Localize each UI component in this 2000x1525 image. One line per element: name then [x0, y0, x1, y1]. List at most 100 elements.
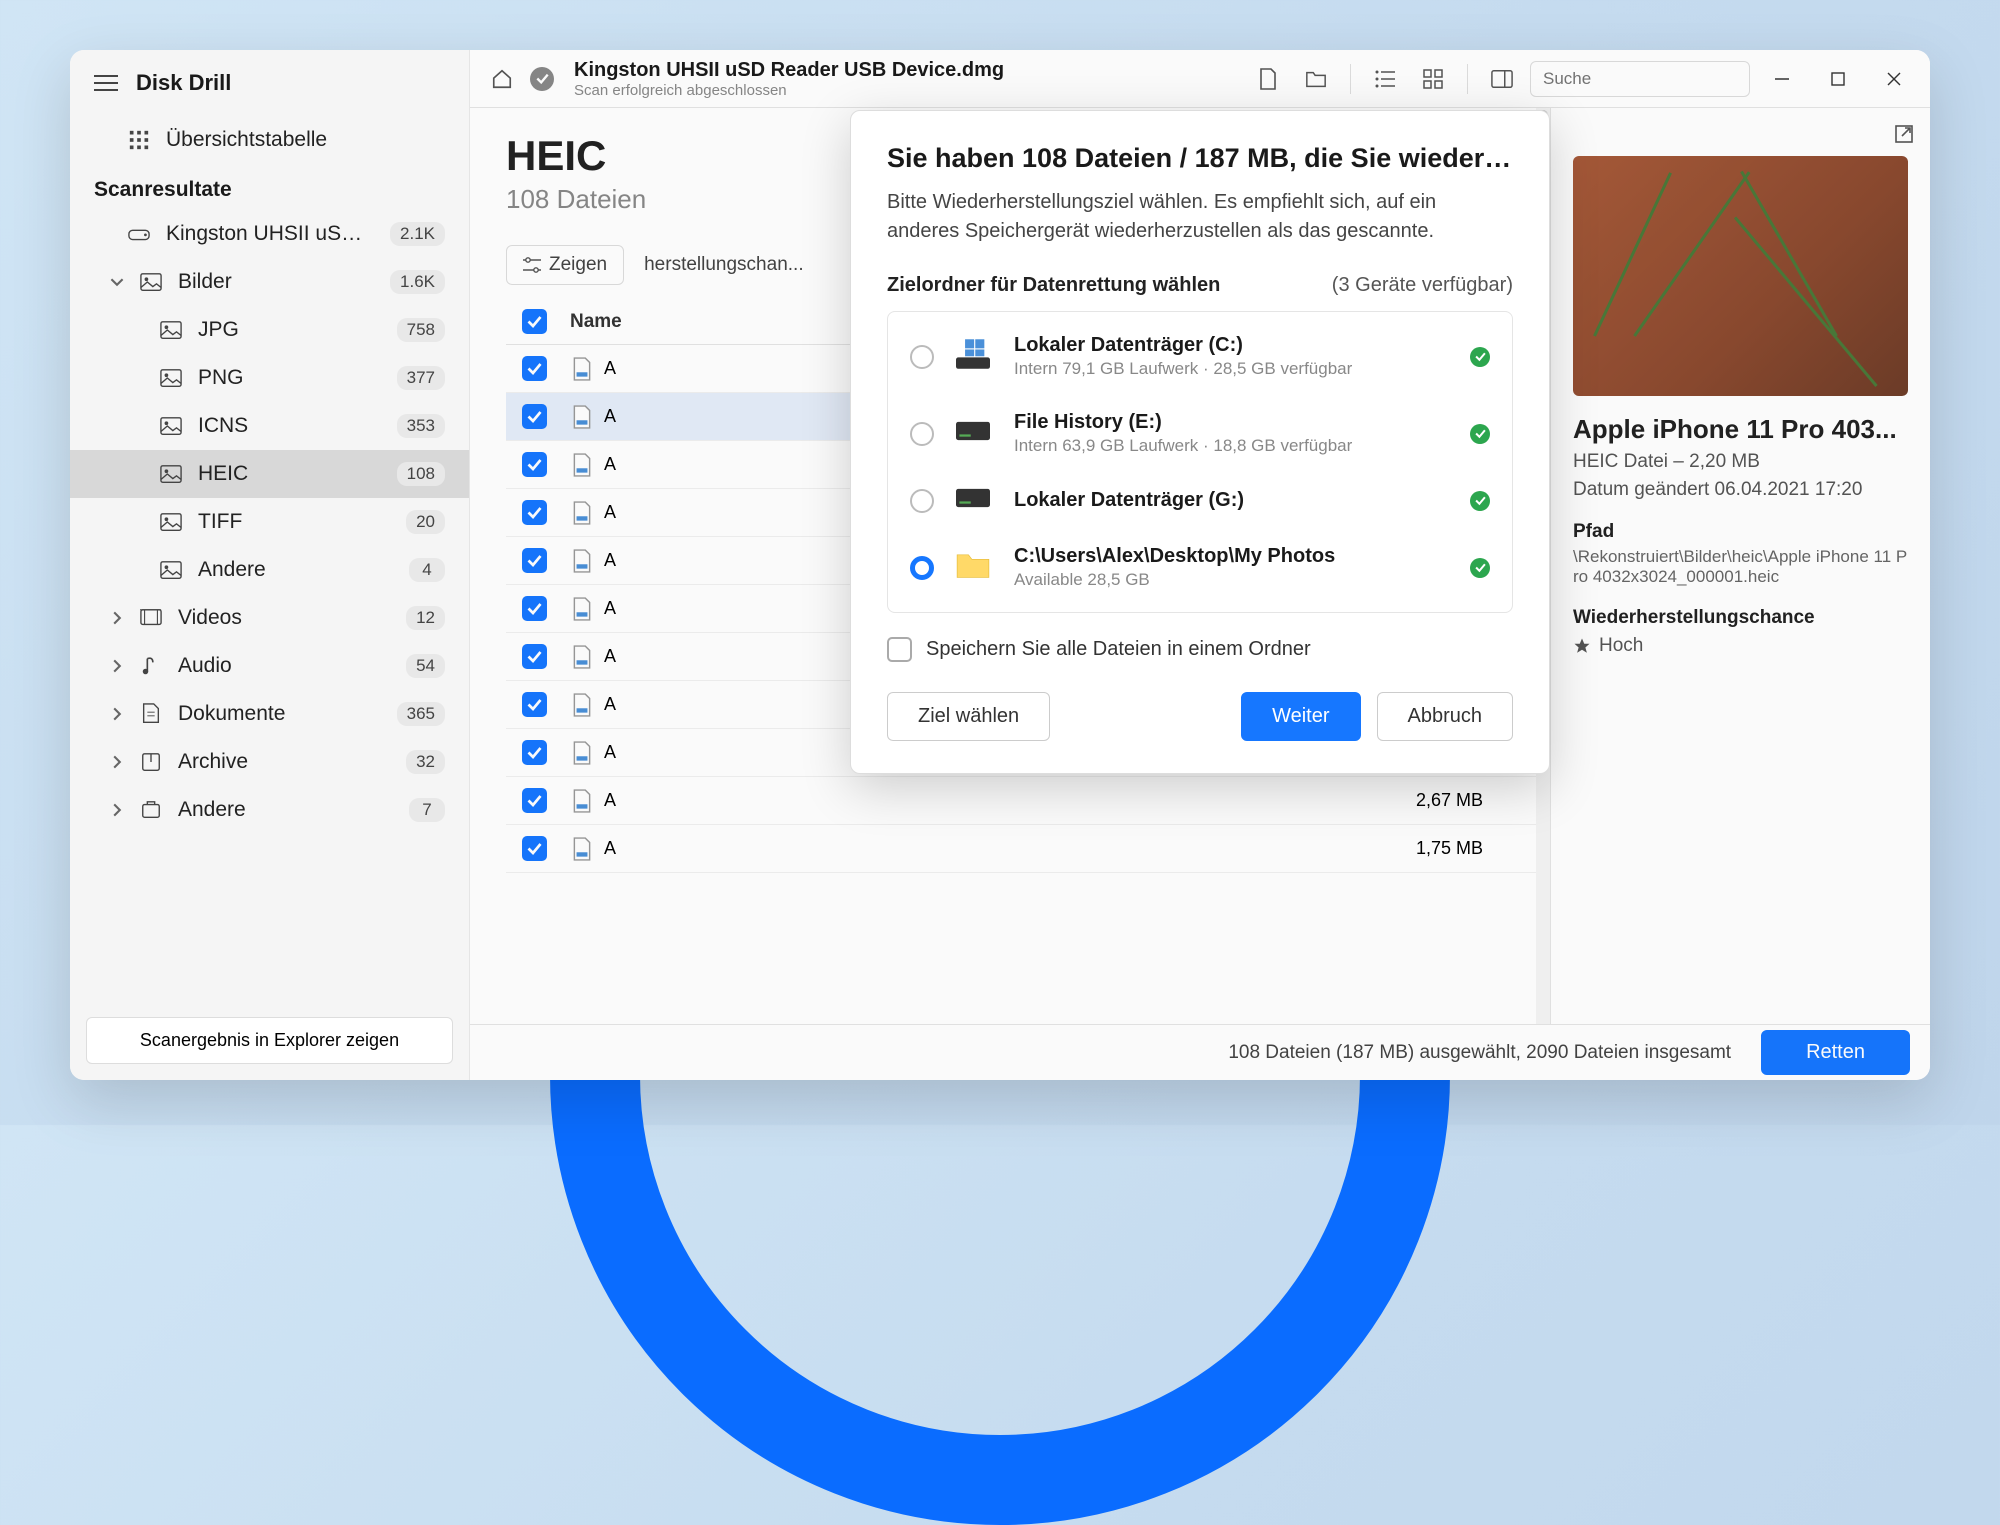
- status-ok-icon: [1470, 558, 1490, 578]
- sidebar-count: 4: [409, 558, 445, 582]
- chevron-right-icon: [110, 803, 124, 817]
- sidebar-item-other2[interactable]: Andere 7: [70, 786, 469, 834]
- sidebar-sub-label: HEIC: [198, 462, 381, 486]
- sidebar-item-jpg[interactable]: JPG 758: [70, 306, 469, 354]
- sidebar-item-documents[interactable]: Dokumente 365: [70, 690, 469, 738]
- modal-subtitle-right: (3 Geräte verfügbar): [1332, 274, 1513, 297]
- destination-disk-icon: [956, 488, 992, 513]
- sidebar-count: 365: [397, 702, 445, 726]
- destination-radio[interactable]: [910, 422, 934, 446]
- destination-name: Lokaler Datenträger (G:): [1014, 489, 1448, 512]
- sidebar-item-device[interactable]: Kingston UHSII uSD Rea... 2.1K: [70, 210, 469, 258]
- sidebar-count: 54: [406, 654, 445, 678]
- videos-icon: [140, 607, 162, 629]
- documents-icon: [140, 703, 162, 725]
- other2-icon: [140, 799, 162, 821]
- sidebar-count: 7: [409, 798, 445, 822]
- sidebar-cat-label: Dokumente: [178, 702, 381, 726]
- sidebar-sub-label: TIFF: [198, 510, 390, 534]
- audio-icon: [140, 655, 162, 677]
- destination-sub: Intern 79,1 GB Laufwerk · 28,5 GB verfüg…: [1014, 359, 1448, 379]
- modal-backdrop: Sie haben 108 Dateien / 187 MB, die Sie …: [470, 50, 1930, 1080]
- destination-option[interactable]: File History (E:) Intern 63,9 GB Laufwer…: [888, 395, 1512, 472]
- grid-icon: [128, 129, 150, 151]
- destination-option[interactable]: C:\Users\Alex\Desktop\My Photos Availabl…: [888, 529, 1512, 606]
- explorer-button[interactable]: Scanergebnis in Explorer zeigen: [86, 1017, 453, 1064]
- chevron-right-icon: [110, 755, 124, 769]
- modal-title: Sie haben 108 Dateien / 187 MB, die Sie …: [887, 143, 1513, 174]
- sidebar-sub-label: Andere: [198, 558, 393, 582]
- save-all-option[interactable]: Speichern Sie alle Dateien in einem Ordn…: [887, 637, 1513, 662]
- destination-folder-icon: [956, 551, 992, 584]
- sidebar-bilder-label: Bilder: [178, 270, 374, 294]
- sidebar-cat-label: Videos: [178, 606, 390, 630]
- sidebar-item-archives[interactable]: Archive 32: [70, 738, 469, 786]
- cancel-button[interactable]: Abbruch: [1377, 692, 1514, 741]
- sidebar-section-title: Scanresultate: [70, 164, 469, 210]
- disk-icon: [128, 224, 150, 244]
- sidebar-item-videos[interactable]: Videos 12: [70, 594, 469, 642]
- destination-radio[interactable]: [910, 556, 934, 580]
- sidebar-item-other[interactable]: Andere 4: [70, 546, 469, 594]
- destination-sub: Available 28,5 GB: [1014, 570, 1448, 590]
- sidebar-overview[interactable]: Übersichtstabelle: [70, 116, 469, 164]
- sidebar-sub-label: JPG: [198, 318, 381, 342]
- sidebar-count: 108: [397, 462, 445, 486]
- modal-description: Bitte Wiederherstellungsziel wählen. Es …: [887, 188, 1513, 246]
- image-icon: [160, 368, 182, 388]
- choose-target-button[interactable]: Ziel wählen: [887, 692, 1050, 741]
- sidebar-overview-label: Übersichtstabelle: [166, 128, 445, 152]
- chevron-right-icon: [110, 611, 124, 625]
- destination-win-icon: [956, 339, 992, 374]
- app-title: Disk Drill: [136, 70, 231, 96]
- sidebar-item-bilder[interactable]: Bilder 1.6K: [70, 258, 469, 306]
- destination-radio[interactable]: [910, 345, 934, 369]
- chevron-right-icon: [110, 659, 124, 673]
- status-ok-icon: [1470, 347, 1490, 367]
- sidebar-count: 377: [397, 366, 445, 390]
- image-icon: [160, 416, 182, 436]
- destination-sub: Intern 63,9 GB Laufwerk · 18,8 GB verfüg…: [1014, 436, 1448, 456]
- image-icon: [140, 272, 162, 292]
- sidebar-item-icns[interactable]: ICNS 353: [70, 402, 469, 450]
- main-window: Disk Drill Übersichtstabelle Scanresulta…: [70, 50, 1930, 1080]
- hamburger-icon[interactable]: [94, 70, 118, 96]
- save-all-label: Speichern Sie alle Dateien in einem Ordn…: [926, 638, 1311, 661]
- chevron-down-icon: [110, 275, 124, 289]
- image-icon: [160, 464, 182, 484]
- sidebar-count: 32: [406, 750, 445, 774]
- image-icon: [160, 512, 182, 532]
- sidebar-item-heic[interactable]: HEIC 108: [70, 450, 469, 498]
- status-ok-icon: [1470, 491, 1490, 511]
- sidebar-cat-label: Audio: [178, 654, 390, 678]
- modal-subtitle-left: Zielordner für Datenrettung wählen: [887, 274, 1220, 297]
- destination-option[interactable]: Lokaler Datenträger (C:) Intern 79,1 GB …: [888, 318, 1512, 395]
- sidebar-item-audio[interactable]: Audio 54: [70, 642, 469, 690]
- destination-option[interactable]: Lokaler Datenträger (G:): [888, 472, 1512, 529]
- sidebar-device-label: Kingston UHSII uSD Rea...: [166, 222, 374, 246]
- sidebar-sub-label: PNG: [198, 366, 381, 390]
- status-ok-icon: [1470, 424, 1490, 444]
- sidebar-item-png[interactable]: PNG 377: [70, 354, 469, 402]
- destination-name: File History (E:): [1014, 411, 1448, 434]
- destination-modal: Sie haben 108 Dateien / 187 MB, die Sie …: [850, 110, 1550, 774]
- image-icon: [160, 560, 182, 580]
- sidebar-count: 758: [397, 318, 445, 342]
- destination-name: C:\Users\Alex\Desktop\My Photos: [1014, 545, 1448, 568]
- sidebar-sub-label: ICNS: [198, 414, 381, 438]
- sidebar-item-tiff[interactable]: TIFF 20: [70, 498, 469, 546]
- image-icon: [160, 320, 182, 340]
- next-button[interactable]: Weiter: [1241, 692, 1360, 741]
- sidebar-cat-label: Archive: [178, 750, 390, 774]
- chevron-right-icon: [110, 707, 124, 721]
- sidebar-count: 20: [406, 510, 445, 534]
- destination-name: Lokaler Datenträger (C:): [1014, 334, 1448, 357]
- main-area: Kingston UHSII uSD Reader USB Device.dmg…: [470, 50, 1930, 1080]
- save-all-checkbox[interactable]: [887, 637, 912, 662]
- sidebar-count: 12: [406, 606, 445, 630]
- sidebar-cat-label: Andere: [178, 798, 393, 822]
- sidebar-count: 1.6K: [390, 270, 445, 294]
- archives-icon: [140, 751, 162, 773]
- destination-radio[interactable]: [910, 489, 934, 513]
- sidebar: Disk Drill Übersichtstabelle Scanresulta…: [70, 50, 470, 1080]
